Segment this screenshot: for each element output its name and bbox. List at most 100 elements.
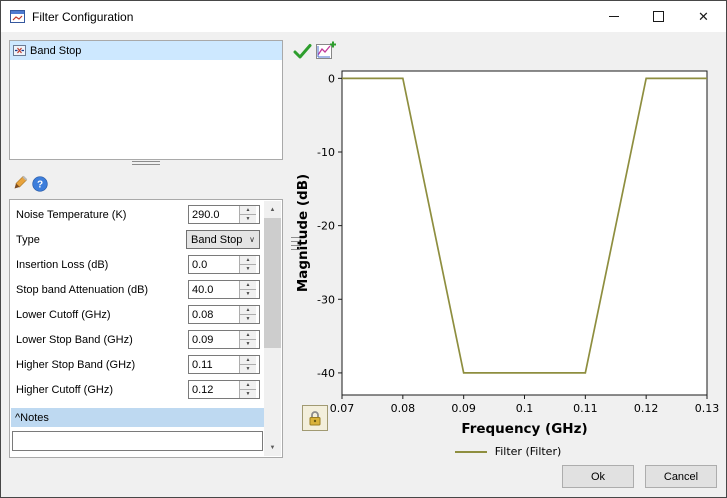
type-dropdown[interactable]: Band Stop ∨ (186, 230, 260, 249)
spin-up-button[interactable]: ▲ (240, 306, 256, 315)
list-item-label: Band Stop (30, 44, 82, 57)
property-label: Type (16, 233, 40, 246)
lock-icon (309, 411, 321, 426)
spin-buttons: ▲ ▼ (239, 256, 256, 273)
pencil-icon (14, 175, 27, 188)
value-input[interactable] (189, 306, 239, 323)
spin-up-button[interactable]: ▲ (240, 356, 256, 365)
spin-up-button[interactable]: ▲ (240, 381, 256, 390)
property-rows: Noise Temperature (K)▲▼TypeBand Stop∨Ins… (11, 202, 264, 402)
property-row: Type Band Stop ∨ (11, 227, 264, 252)
svg-text:?: ? (37, 180, 43, 191)
spin-box: ▲▼ (188, 380, 260, 399)
notes-section-header[interactable]: ^Notes (11, 408, 264, 427)
scrollbar-thumb[interactable] (264, 218, 281, 348)
close-icon: ✕ (698, 9, 709, 24)
close-button[interactable]: ✕ (681, 1, 726, 32)
spin-down-button[interactable]: ▼ (240, 340, 256, 348)
property-label: Higher Cutoff (GHz) (16, 383, 113, 396)
property-label: Higher Stop Band (GHz) (16, 358, 136, 371)
value-input[interactable] (189, 256, 239, 273)
spin-box: ▲▼ (188, 205, 260, 224)
value-input[interactable] (189, 356, 239, 373)
title-bar: Filter Configuration ✕ (1, 1, 726, 32)
spin-up-button[interactable]: ▲ (240, 206, 256, 215)
value-input[interactable] (189, 331, 239, 348)
check-icon (293, 44, 312, 59)
property-label: Lower Cutoff (GHz) (16, 308, 111, 321)
svg-text:Magnitude (dB): Magnitude (dB) (295, 174, 311, 292)
legend-line (454, 450, 487, 453)
scrollbar-up-button[interactable]: ▲ (264, 201, 281, 218)
filter-configuration-dialog: Filter Configuration ✕ Band Stop ? Noise… (0, 0, 727, 498)
minimize-button[interactable] (591, 1, 636, 32)
svg-text:Frequency (GHz): Frequency (GHz) (461, 421, 587, 437)
value-input[interactable] (189, 281, 239, 298)
value-input[interactable] (189, 381, 239, 398)
svg-text:0.12: 0.12 (634, 402, 659, 415)
spin-down-button[interactable]: ▼ (240, 365, 256, 373)
notes-input[interactable] (12, 431, 263, 451)
spin-buttons: ▲ ▼ (239, 281, 256, 298)
spin-box: ▲▼ (188, 305, 260, 324)
window-title: Filter Configuration (32, 9, 134, 24)
property-label: Noise Temperature (K) (16, 208, 127, 221)
spin-up-button[interactable]: ▲ (240, 281, 256, 290)
spin-box: ▲▼ (188, 255, 260, 274)
help-icon: ? (32, 176, 48, 192)
chart-icon (316, 41, 336, 59)
maximize-button[interactable] (636, 1, 681, 32)
axis-lock-button[interactable] (302, 405, 328, 431)
svg-text:0.1: 0.1 (516, 402, 534, 415)
properties-panel: Noise Temperature (K)▲▼TypeBand Stop∨Ins… (9, 199, 283, 458)
property-label: Lower Stop Band (GHz) (16, 333, 133, 346)
spin-down-button[interactable]: ▼ (240, 265, 256, 273)
magnitude-chart: 0.07 0.08 0.09 0.1 0.11 0.12 0.13 0 -10 -20 -30 -40… (295, 70, 720, 437)
cancel-button[interactable]: Cancel (645, 465, 717, 488)
spin-up-button[interactable]: ▲ (240, 256, 256, 265)
spin-buttons: ▲ ▼ (239, 306, 256, 323)
svg-text:-20: -20 (317, 220, 335, 233)
form-scrollbar[interactable]: ▲ ▼ (264, 201, 281, 456)
property-row: Higher Stop Band (GHz) ▲▼ (11, 352, 264, 377)
apply-button[interactable] (293, 43, 312, 59)
svg-text:0.08: 0.08 (391, 402, 416, 415)
spin-down-button[interactable]: ▼ (240, 290, 256, 298)
svg-text:0.09: 0.09 (451, 402, 476, 415)
legend-label: Filter (Filter) (494, 445, 562, 458)
chevron-down-icon: ∨ (249, 235, 255, 244)
ok-button[interactable]: Ok (562, 465, 634, 488)
property-label: Insertion Loss (dB) (16, 258, 109, 271)
component-list[interactable]: Band Stop (9, 40, 283, 160)
spin-box: ▲▼ (188, 355, 260, 374)
notes-header-label: ^Notes (15, 411, 49, 424)
property-row: Noise Temperature (K) ▲▼ (11, 202, 264, 227)
scrollbar-down-button[interactable]: ▼ (264, 439, 281, 456)
svg-text:0.13: 0.13 (695, 402, 720, 415)
list-item-band-stop[interactable]: Band Stop (10, 41, 282, 60)
svg-text:0.07: 0.07 (330, 402, 355, 415)
property-row: Lower Stop Band (GHz) ▲▼ (11, 327, 264, 352)
edit-pencil-button[interactable] (10, 174, 28, 192)
property-row: Lower Cutoff (GHz) ▲▼ (11, 302, 264, 327)
band-stop-icon (13, 44, 26, 57)
help-button[interactable]: ? (32, 176, 48, 192)
chart-legend: Filter (Filter) (293, 445, 723, 458)
window-controls: ✕ (591, 1, 726, 32)
maximize-icon (653, 11, 664, 22)
minimize-icon (608, 16, 619, 17)
svg-text:-40: -40 (317, 367, 335, 380)
value-input[interactable] (189, 206, 239, 223)
svg-text:-10: -10 (317, 146, 335, 159)
app-icon (10, 10, 25, 23)
spin-up-button[interactable]: ▲ (240, 331, 256, 340)
spin-down-button[interactable]: ▼ (240, 215, 256, 223)
spin-down-button[interactable]: ▼ (240, 315, 256, 323)
svg-text:-30: -30 (317, 293, 335, 306)
horizontal-splitter-handle[interactable] (132, 161, 160, 167)
svg-text:0: 0 (328, 72, 335, 85)
add-plot-button[interactable] (316, 41, 337, 60)
spin-box: ▲▼ (188, 330, 260, 349)
spin-down-button[interactable]: ▼ (240, 390, 256, 398)
property-row: Stop band Attenuation (dB) ▲▼ (11, 277, 264, 302)
